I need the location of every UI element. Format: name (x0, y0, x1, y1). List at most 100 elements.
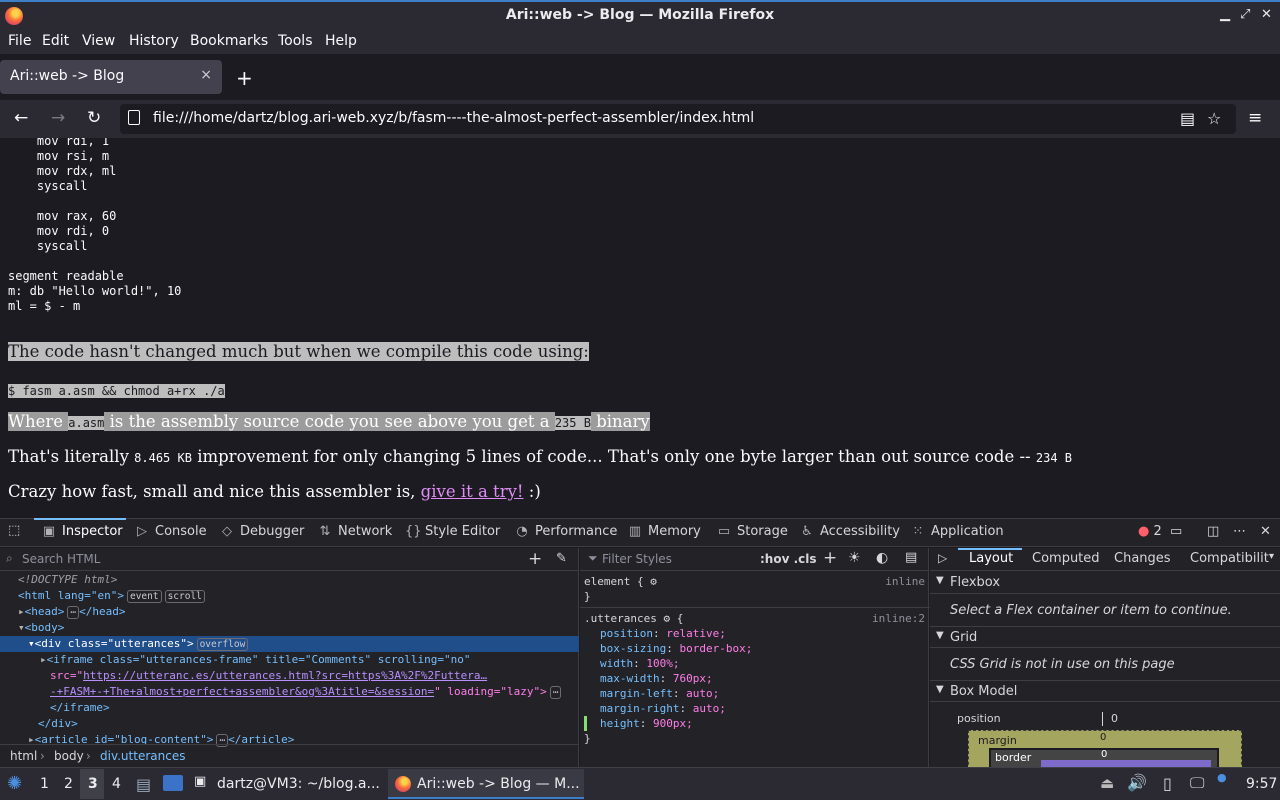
box-model-section[interactable]: ▼ Box Model (930, 680, 1280, 702)
css-value[interactable]: 900px; (653, 717, 693, 730)
css-property[interactable]: position (600, 627, 653, 640)
tabs-overflow-icon[interactable]: ▾ (1269, 551, 1274, 562)
css-property[interactable]: box-sizing (600, 642, 666, 655)
menu-view[interactable]: View (82, 33, 115, 49)
collapse-flexbox-icon[interactable]: ▼ (936, 575, 944, 586)
start-menu-icon[interactable]: ✺ (7, 773, 22, 794)
close-tab-icon[interactable]: × (200, 67, 212, 83)
head-ellipsis[interactable]: ⋯ (67, 606, 80, 619)
tab-application[interactable]: ⁙ Application (911, 524, 1004, 539)
css-declaration[interactable]: height: 900px; (584, 716, 929, 731)
tree-div-close[interactable]: </div> (0, 716, 579, 732)
workspace-2[interactable]: 2 (64, 776, 73, 792)
tab-console[interactable]: ▷ Console (135, 524, 207, 539)
grid-section[interactable]: ▼ Grid (930, 626, 1280, 648)
tree-iframe-close[interactable]: </iframe> (0, 700, 579, 716)
iframe-src-link-2[interactable]: -+FASM+-+The+almost+perfect+assembler&og… (50, 685, 434, 698)
responsive-mode-icon[interactable]: ▭ (1170, 524, 1182, 539)
css-property[interactable]: height (600, 717, 640, 730)
url-text[interactable]: file:///home/dartz/blog.ari-web.xyz/b/fa… (153, 110, 754, 126)
position-value[interactable]: 0 (1111, 712, 1118, 725)
css-value[interactable]: auto; (686, 687, 719, 700)
collapse-grid-icon[interactable]: ▼ (936, 630, 944, 641)
add-node-icon[interactable]: + (528, 549, 542, 569)
bookmark-star-icon[interactable]: ☆ (1207, 109, 1221, 128)
print-media-icon[interactable]: ▤ (905, 550, 917, 565)
forward-icon[interactable]: → (51, 108, 65, 128)
minimize-icon[interactable]: ▁ (1220, 7, 1230, 22)
taskbar-firefox[interactable]: Ari::web -> Blog — M... (417, 776, 580, 792)
css-declaration[interactable]: width: 100%; (584, 656, 929, 671)
breadcrumb-body[interactable]: body (54, 749, 84, 763)
css-declaration[interactable]: box-sizing: border-box; (584, 641, 929, 656)
css-value[interactable]: relative; (666, 627, 726, 640)
margin-value[interactable]: 0 (1100, 732, 1106, 743)
menu-help[interactable]: Help (325, 33, 357, 49)
tree-head[interactable]: ▸<head> ⋯ </head> (0, 604, 579, 620)
utterances-gear-icon[interactable]: ⚙ (663, 612, 670, 625)
close-devtools-icon[interactable]: ✕ (1260, 524, 1271, 539)
tab-accessibility[interactable]: ♿ Accessibility (800, 524, 900, 539)
tab-storage[interactable]: ▭ Storage (717, 524, 788, 539)
collapse-box-model-icon[interactable]: ▼ (936, 684, 944, 695)
css-declaration[interactable]: margin-left: auto; (584, 686, 929, 701)
overflow-badge[interactable]: overflow (196, 638, 249, 651)
search-html-input[interactable]: Search HTML (22, 552, 100, 566)
restore-icon[interactable]: ⤢ (1240, 7, 1250, 22)
workspace-1[interactable]: 1 (40, 776, 49, 792)
tree-doctype[interactable]: <!DOCTYPE html> (0, 572, 579, 588)
element-gear-icon[interactable]: ⚙ (650, 575, 657, 588)
scroll-badge[interactable]: scroll (164, 590, 205, 603)
toggle-sidebar-icon[interactable]: ▷ (938, 551, 947, 565)
give-it-a-try-link[interactable]: give it a try! (421, 482, 524, 501)
notification-icon[interactable]: ● (1217, 771, 1227, 784)
taskbar-terminal[interactable]: dartz@VM3: ~/blog.a... (217, 776, 380, 792)
close-window-icon[interactable]: ✕ (1261, 7, 1272, 22)
error-count-badge[interactable]: ● 2 (1138, 524, 1162, 539)
eyedropper-icon[interactable]: ✎ (556, 551, 567, 566)
menu-tools[interactable]: Tools (278, 33, 313, 49)
menu-bookmarks[interactable]: Bookmarks (190, 33, 268, 49)
tab-computed[interactable]: Computed (1032, 551, 1100, 566)
css-value[interactable]: 760px; (673, 672, 713, 685)
margin-box[interactable]: margin 0 border 0 (968, 730, 1242, 774)
flexbox-section[interactable]: ▼ Flexbox (930, 572, 1280, 594)
new-tab-icon[interactable]: + (236, 66, 253, 90)
tab-changes[interactable]: Changes (1114, 551, 1171, 566)
tree-iframe[interactable]: ▸<iframe class="utterances-frame" title=… (0, 652, 579, 668)
tab-style-editor[interactable]: {} Style Editor (405, 524, 500, 539)
tab-compatibility[interactable]: Compatibilit (1190, 551, 1269, 566)
event-badge[interactable]: event (126, 590, 162, 603)
add-rule-icon[interactable]: + (823, 548, 837, 568)
app-menu-icon[interactable]: ≡ (1248, 108, 1262, 128)
volume-icon[interactable]: 🔊 (1127, 773, 1147, 792)
css-value[interactable]: border-box; (679, 642, 752, 655)
menu-file[interactable]: File (8, 33, 31, 49)
notes-icon[interactable]: ▯ (1163, 774, 1172, 793)
breadcrumb-html[interactable]: html (10, 749, 37, 763)
dock-side-icon[interactable]: ◫ (1207, 524, 1219, 539)
css-value[interactable]: auto; (693, 702, 726, 715)
tab-layout[interactable]: Layout (969, 551, 1013, 566)
tab-inspector[interactable]: ▣ Inspector (42, 524, 123, 539)
iframe-src-link-1[interactable]: https://utteranc.es/utterances.html?src=… (83, 669, 487, 682)
hov-cls-toggle[interactable]: :hov .cls (760, 552, 817, 566)
pick-element-icon[interactable]: ⬚ (8, 523, 20, 538)
clipboard-icon[interactable]: ⏏ (1100, 774, 1114, 792)
expand-iframe-icon[interactable]: ▸ (40, 653, 47, 666)
file-manager-icon[interactable]: ▤ (136, 775, 151, 794)
utterances-rule-source[interactable]: inline:2 (872, 611, 925, 626)
element-rule-source[interactable]: inline (885, 574, 925, 589)
css-declaration[interactable]: position: relative; (584, 626, 929, 641)
reader-view-icon[interactable]: ▤ (1180, 109, 1195, 128)
breadcrumb-div-utterances[interactable]: div.utterances (100, 749, 185, 763)
dark-mode-icon[interactable]: ◐ (876, 550, 888, 566)
workspace-3[interactable]: 3 (88, 776, 98, 792)
network-status-icon[interactable]: 🖵 (1190, 774, 1204, 792)
tab-debugger[interactable]: ◇ Debugger (220, 524, 304, 539)
desktop-icon[interactable] (163, 775, 183, 791)
tree-html[interactable]: <html lang="en"> event scroll (0, 588, 579, 604)
collapse-body-icon[interactable]: ▾ (18, 621, 25, 634)
css-property[interactable]: width (600, 657, 633, 670)
tab-performance[interactable]: ◔ Performance (515, 524, 617, 539)
